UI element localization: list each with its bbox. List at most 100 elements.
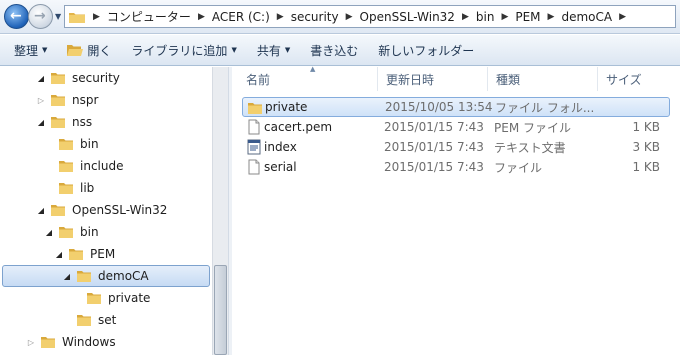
file-date: 2015/01/15 7:43 (384, 160, 484, 174)
breadcrumb-democa[interactable]: demoCA (561, 10, 612, 24)
breadcrumb-separator-icon[interactable]: ▶ (93, 12, 100, 22)
expanded-triangle-icon[interactable]: ◢ (36, 206, 46, 215)
tree-item-label: lib (80, 181, 95, 195)
tree-item-security[interactable]: ◢ security (36, 67, 120, 89)
organize-label: 整理 (14, 43, 39, 58)
address-row: ← → ▼ ▶ コンピューター ▶ ACER (C:) ▶ security ▶… (0, 0, 680, 34)
breadcrumb-drive[interactable]: ACER (C:) (212, 10, 270, 24)
file-row-cacert[interactable]: cacert.pem 2015/01/15 7:43 PEM ファイル 1 KB (242, 117, 670, 137)
sort-ascending-icon: ▲ (310, 65, 316, 73)
organize-button[interactable]: 整理 ▼ (14, 42, 47, 59)
share-button[interactable]: 共有 ▼ (257, 42, 290, 59)
breadcrumb-separator-icon[interactable]: ▶ (501, 12, 508, 22)
column-header-label: 名前 (246, 72, 271, 87)
forward-arrow-icon: → (34, 8, 46, 24)
breadcrumb-openssl[interactable]: OpenSSL-Win32 (360, 10, 455, 24)
tree-item-nss-bin[interactable]: bin (44, 133, 99, 155)
file-type: PEM ファイル (494, 120, 571, 135)
tree-item-openssl-win32[interactable]: ◢ OpenSSL-Win32 (36, 199, 168, 221)
folder-icon (59, 161, 73, 172)
new-folder-button[interactable]: 新しいフォルダー (378, 42, 474, 59)
tree-item-democa[interactable]: ◢ demoCA (62, 265, 149, 287)
breadcrumb-bin[interactable]: bin (476, 10, 495, 24)
breadcrumb-separator-icon[interactable]: ▶ (277, 12, 284, 22)
breadcrumb-pem[interactable]: PEM (515, 10, 540, 24)
tree-item-windows[interactable]: ▷ Windows (26, 331, 116, 353)
file-type: ファイル フォル... (495, 100, 595, 115)
file-name: cacert.pem (264, 120, 333, 134)
file-list: ▲ 名前 更新日時 種類 サイズ private 2015/10/05 13:5… (232, 65, 680, 355)
tree-item-pem[interactable]: ◢ PEM (54, 243, 115, 265)
collapsed-triangle-icon[interactable]: ▷ (26, 338, 36, 347)
tree-item-label: OpenSSL-Win32 (72, 203, 168, 217)
folder-icon (248, 103, 262, 114)
folder-icon (59, 227, 73, 238)
folder-icon (51, 205, 65, 216)
folder-icon (77, 271, 91, 282)
folder-icon (51, 95, 65, 106)
file-size: 3 KB (632, 140, 660, 154)
breadcrumb-separator-icon[interactable]: ▶ (198, 12, 205, 22)
file-icon (248, 159, 260, 175)
tree-item-openssl-bin[interactable]: ◢ bin (44, 221, 99, 243)
column-header-size[interactable]: サイズ (598, 67, 678, 91)
new-folder-label: 新しいフォルダー (378, 43, 475, 58)
column-header-label: サイズ (606, 72, 642, 87)
column-header-type[interactable]: 種類 (488, 67, 598, 91)
tree-item-label: security (72, 71, 120, 85)
folder-icon (59, 139, 73, 150)
file-row-index[interactable]: index 2015/01/15 7:43 テキスト文書 3 KB (242, 137, 670, 157)
back-button[interactable]: ← (4, 4, 29, 29)
breadcrumb-separator-icon[interactable]: ▶ (619, 12, 626, 22)
address-bar[interactable]: ▶ コンピューター ▶ ACER (C:) ▶ security ▶ OpenS… (64, 5, 676, 28)
folder-icon (69, 12, 85, 23)
tree-item-private[interactable]: private (72, 287, 150, 309)
history-dropdown-icon[interactable]: ▼ (55, 12, 61, 21)
burn-button[interactable]: 書き込む (310, 42, 358, 59)
tree-item-nss[interactable]: ◢ nss (36, 111, 92, 133)
column-header-label: 更新日時 (386, 72, 435, 87)
folder-icon (87, 293, 101, 304)
expanded-triangle-icon[interactable]: ◢ (44, 228, 54, 237)
tree-scrollbar[interactable] (212, 67, 228, 355)
file-row-private[interactable]: private 2015/10/05 13:54 ファイル フォル... (242, 97, 670, 117)
expanded-triangle-icon[interactable]: ◢ (62, 272, 72, 281)
file-date: 2015/01/15 7:43 (384, 120, 484, 134)
tree-item-label: Windows (62, 335, 116, 349)
collapsed-triangle-icon[interactable]: ▷ (36, 96, 46, 105)
tree-item-label: set (98, 313, 117, 327)
expanded-triangle-icon[interactable]: ◢ (36, 118, 46, 127)
include-in-library-button[interactable]: ライブラリに追加 ▼ (131, 42, 236, 59)
tree-item-set[interactable]: set (62, 309, 116, 331)
forward-button[interactable]: → (28, 4, 53, 29)
column-header-label: 種類 (496, 72, 521, 87)
breadcrumb-separator-icon[interactable]: ▶ (548, 12, 555, 22)
file-size: 1 KB (632, 120, 660, 134)
chevron-down-icon: ▼ (231, 46, 237, 54)
file-icon (248, 119, 260, 135)
back-arrow-icon: ← (10, 8, 22, 24)
breadcrumb-security[interactable]: security (291, 10, 339, 24)
file-row-serial[interactable]: serial 2015/01/15 7:43 ファイル 1 KB (242, 157, 670, 177)
file-date: 2015/01/15 7:43 (384, 140, 484, 154)
expanded-triangle-icon[interactable]: ◢ (36, 74, 46, 83)
expanded-triangle-icon[interactable]: ◢ (54, 250, 64, 259)
chevron-down-icon: ▼ (42, 46, 48, 54)
open-label: 開く (87, 43, 112, 58)
file-name: serial (264, 160, 297, 174)
file-name: index (264, 140, 297, 154)
tree-item-include[interactable]: include (44, 155, 123, 177)
breadcrumb-separator-icon[interactable]: ▶ (462, 12, 469, 22)
column-header-name[interactable]: ▲ 名前 (238, 65, 378, 91)
breadcrumb-computer[interactable]: コンピューター (107, 8, 191, 25)
tree-scrollbar-thumb[interactable] (214, 265, 227, 355)
column-header-date[interactable]: 更新日時 (378, 67, 488, 91)
tree-item-nspr[interactable]: ▷ nspr (36, 89, 99, 111)
tree-item-lib[interactable]: lib (44, 177, 94, 199)
folder-icon (51, 117, 65, 128)
open-folder-icon (67, 45, 84, 56)
open-button[interactable]: 開く (67, 42, 111, 59)
chevron-down-icon: ▼ (284, 46, 291, 54)
breadcrumb-separator-icon[interactable]: ▶ (346, 12, 353, 22)
tree-item-label: nss (72, 115, 93, 129)
